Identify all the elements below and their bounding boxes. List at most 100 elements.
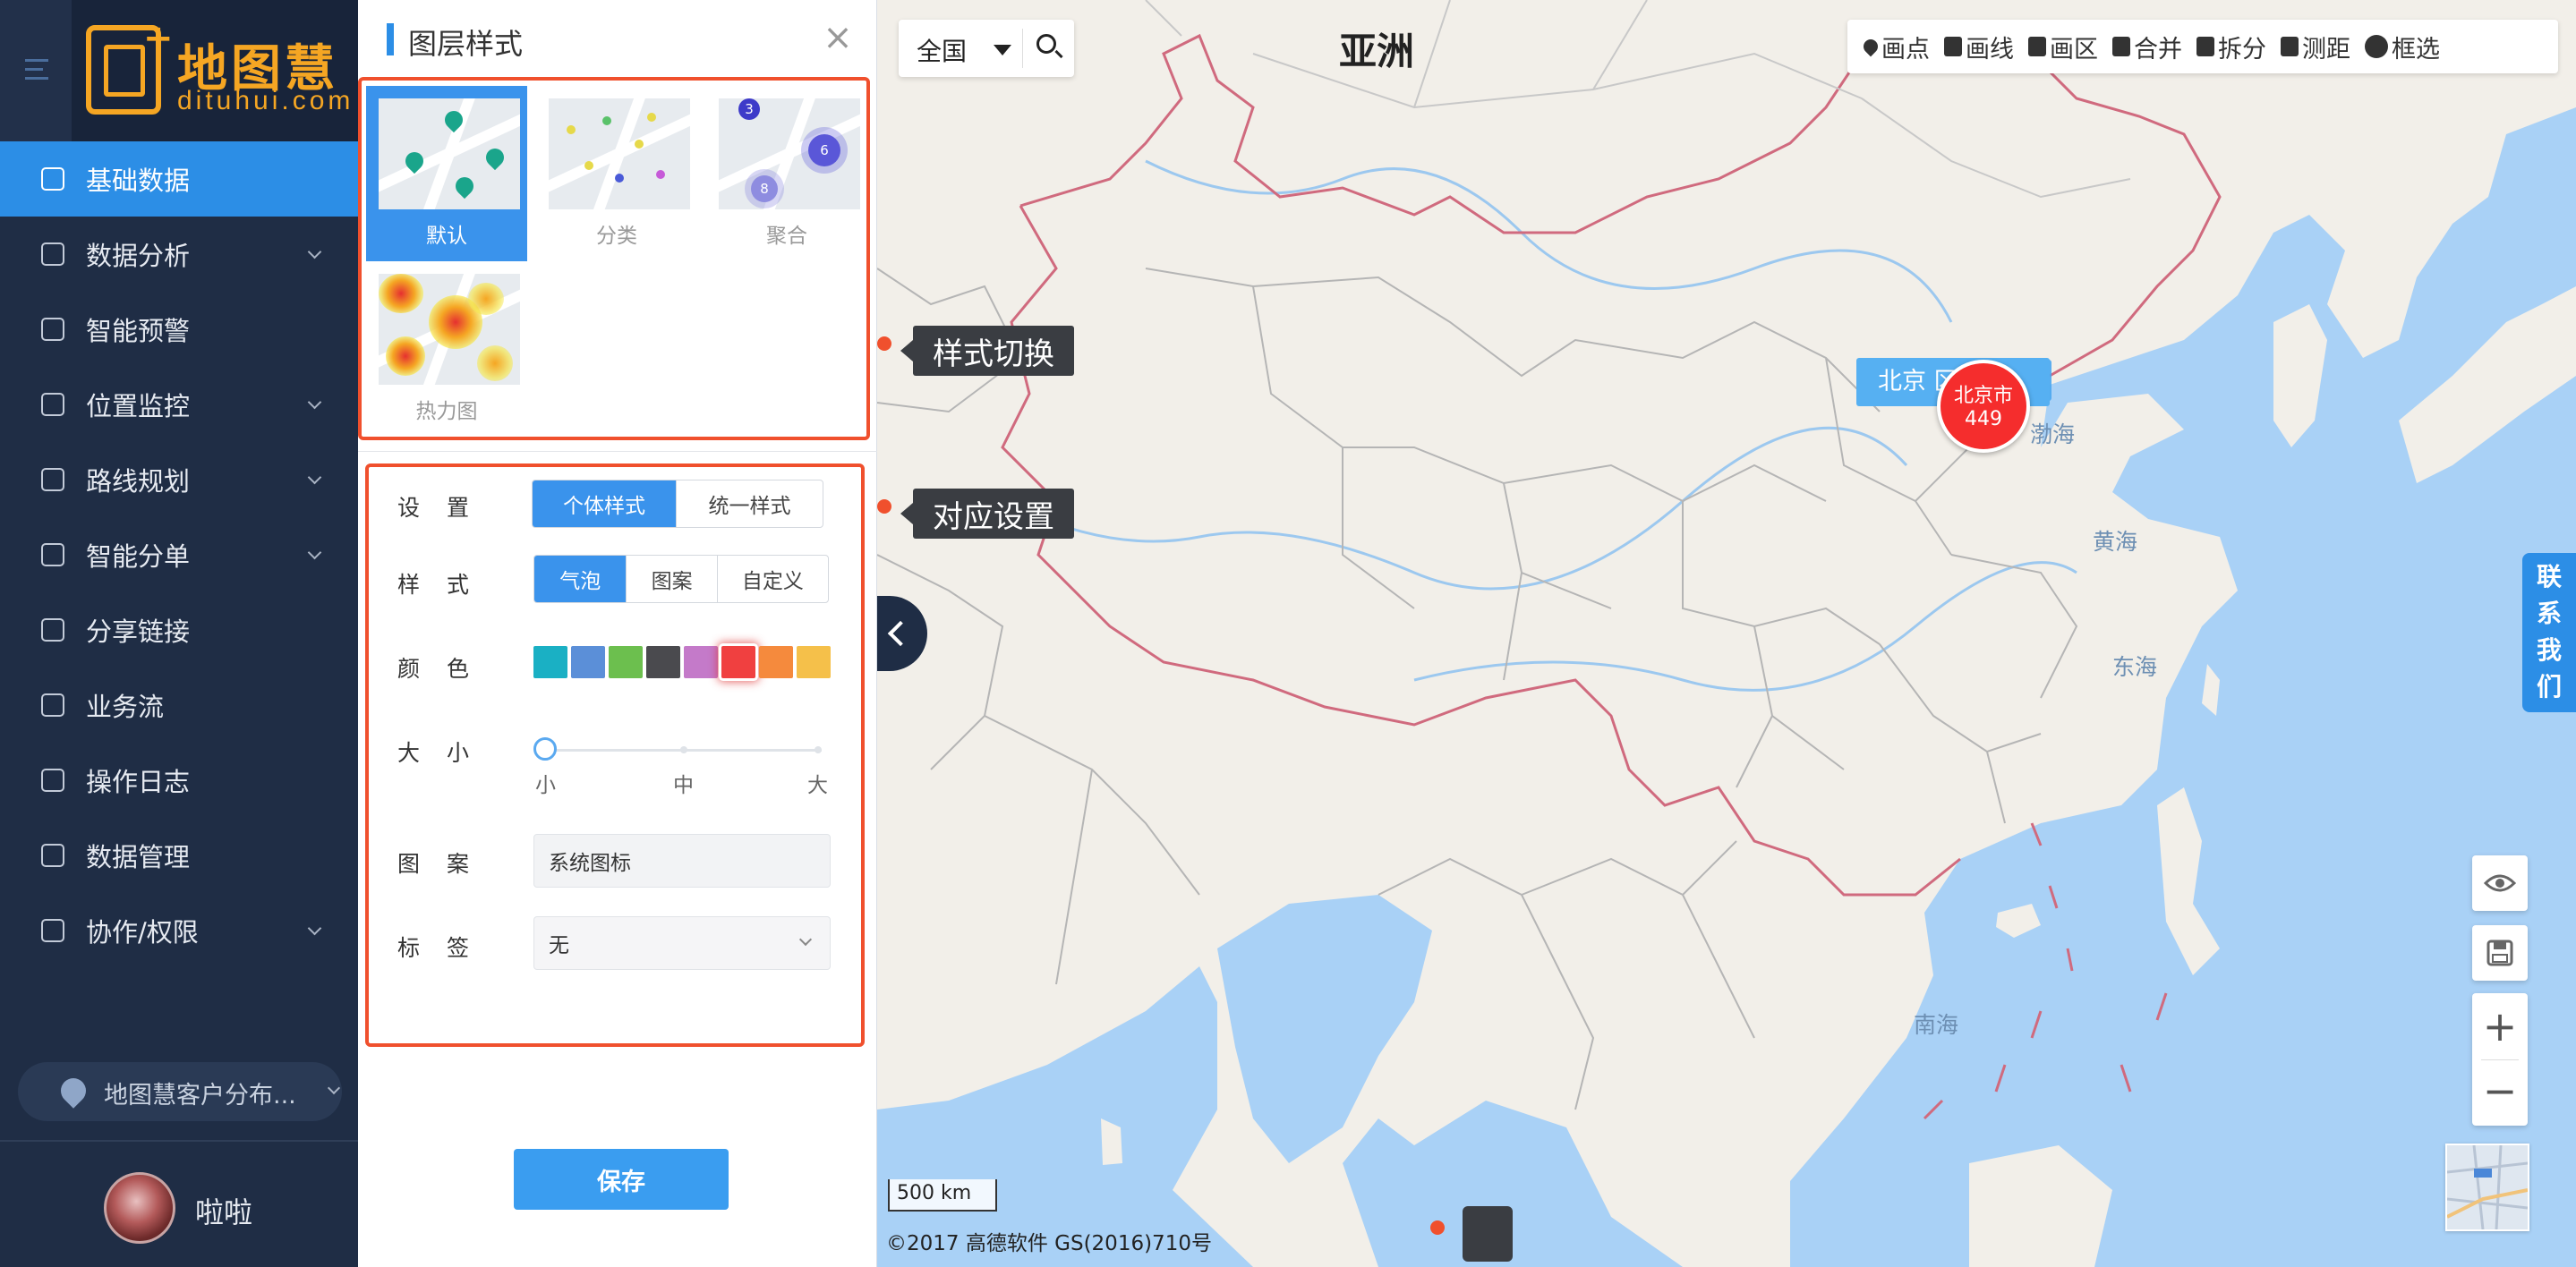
callout-dot bbox=[877, 499, 891, 514]
sidebar-item-5[interactable]: 智能分单 bbox=[0, 517, 358, 592]
save-map-button[interactable] bbox=[2472, 925, 2528, 981]
sidebar-item-10[interactable]: 协作/权限 bbox=[0, 893, 358, 968]
style-option-default[interactable]: 默认 bbox=[366, 86, 527, 261]
size-label: 大小 bbox=[397, 740, 497, 766]
style-option-heatmap[interactable]: 热力图 bbox=[366, 261, 527, 437]
sidebar-item-label: 分享链接 bbox=[86, 616, 191, 647]
tool-pin[interactable]: 画点 bbox=[1856, 20, 1937, 73]
china-border bbox=[1001, 25, 2222, 897]
tool-label: 合并 bbox=[2134, 35, 2182, 64]
tag-label: 标签 bbox=[397, 935, 497, 961]
color-swatch[interactable] bbox=[646, 646, 680, 678]
style-option-label: 分类 bbox=[596, 225, 637, 248]
username: 啦啦 bbox=[195, 1195, 253, 1229]
unified-style-tab[interactable]: 统一样式 bbox=[677, 480, 823, 527]
logo-domain: dituhui.com bbox=[177, 86, 354, 115]
color-swatch[interactable] bbox=[797, 646, 831, 678]
style-switch-callout: 样式切换 bbox=[900, 326, 1074, 376]
avatar[interactable] bbox=[104, 1172, 175, 1244]
project-name: 地图慧客户分布... bbox=[104, 1082, 296, 1110]
style-label: 样式 bbox=[397, 572, 497, 598]
zoom-in-button[interactable]: + bbox=[2472, 993, 2528, 1059]
save-button[interactable]: 保存 bbox=[514, 1149, 729, 1210]
color-swatch[interactable] bbox=[609, 646, 643, 678]
bottom-drawer-tab[interactable] bbox=[1463, 1206, 1513, 1262]
bubble-style-tab[interactable]: 气泡 bbox=[534, 556, 627, 602]
sidebar-item-label: 数据管理 bbox=[86, 842, 191, 872]
lasso-icon bbox=[2365, 35, 2388, 58]
sidebar-item-3[interactable]: 位置监控 bbox=[0, 367, 358, 442]
sidebar-item-7[interactable]: 业务流 bbox=[0, 668, 358, 743]
category-dot bbox=[635, 140, 644, 149]
cluster-badge: 6 bbox=[808, 134, 840, 166]
contact-char: 系 bbox=[2536, 599, 2562, 628]
chevron-down-icon bbox=[798, 932, 813, 947]
style-option-cluster[interactable]: 3 6 8 聚合 bbox=[706, 86, 867, 261]
color-swatch[interactable] bbox=[533, 646, 567, 678]
region-selector[interactable]: 全国 bbox=[899, 20, 1074, 77]
color-swatch[interactable] bbox=[759, 646, 793, 678]
logo-plus: + bbox=[143, 18, 174, 59]
chevron-down-icon bbox=[307, 395, 322, 410]
sidebar-item-6[interactable]: 分享链接 bbox=[0, 592, 358, 668]
sidebar-item-1[interactable]: 数据分析 bbox=[0, 217, 358, 292]
pattern-style-tab[interactable]: 图案 bbox=[627, 556, 718, 602]
custom-style-tab[interactable]: 自定义 bbox=[718, 556, 828, 602]
color-swatch[interactable] bbox=[571, 646, 605, 678]
size-mark-medium: 中 bbox=[673, 774, 694, 797]
category-dot bbox=[647, 113, 656, 122]
visibility-button[interactable] bbox=[2472, 855, 2528, 911]
tool-split[interactable]: 拆分 bbox=[2189, 20, 2273, 73]
contact-us-button[interactable]: 联 系 我 们 bbox=[2522, 553, 2576, 712]
contact-char: 联 bbox=[2536, 562, 2562, 591]
tool-polyline[interactable]: 画线 bbox=[1937, 20, 2021, 73]
chevron-down-icon bbox=[307, 921, 322, 936]
divider bbox=[0, 1140, 358, 1142]
menu-icon bbox=[25, 59, 48, 62]
sidebar-item-4[interactable]: 路线规划 bbox=[0, 442, 358, 517]
map-canvas[interactable]: 亚洲 渤海 黄海 东海 南海 北京 区 北京市 449 全国 画点 画线 画区 合并拆… bbox=[877, 0, 2576, 1267]
tool-label: 测距 bbox=[2302, 35, 2350, 64]
individual-style-tab[interactable]: 个体样式 bbox=[533, 480, 678, 527]
polygon-icon bbox=[2028, 37, 2046, 56]
color-swatch[interactable] bbox=[721, 646, 755, 678]
sidebar-item-8[interactable]: 操作日志 bbox=[0, 743, 358, 818]
zoom-out-button[interactable]: − bbox=[2472, 1059, 2528, 1126]
tool-merge[interactable]: 合并 bbox=[2105, 20, 2189, 73]
bay-of-bengal bbox=[1217, 895, 1432, 1163]
close-icon[interactable]: × bbox=[818, 18, 857, 57]
style-option-category[interactable]: 分类 bbox=[536, 86, 697, 261]
size-slider-handle[interactable] bbox=[533, 737, 557, 761]
sidebar-item-label: 基础数据 bbox=[86, 166, 191, 196]
tool-label: 框选 bbox=[2392, 35, 2440, 64]
menu-toggle-button[interactable] bbox=[0, 0, 72, 141]
pattern-field[interactable]: 系统图标 bbox=[533, 834, 831, 888]
floppy-disk-icon bbox=[2486, 940, 2513, 966]
search-icon[interactable] bbox=[1036, 34, 1056, 54]
callout-dot bbox=[1430, 1220, 1445, 1235]
beijing-marker[interactable]: 北京市 449 bbox=[1937, 360, 2030, 453]
project-selector[interactable]: 地图慧客户分布... bbox=[18, 1062, 342, 1121]
heat-spot bbox=[468, 283, 504, 315]
cluster-style-thumbnail: 3 6 8 bbox=[719, 98, 860, 209]
style-option-label: 默认 bbox=[426, 225, 467, 248]
category-dot bbox=[602, 116, 611, 125]
contact-char: 我 bbox=[2536, 635, 2562, 665]
tool-lasso[interactable]: 框选 bbox=[2358, 20, 2447, 73]
workflow-icon bbox=[41, 693, 64, 717]
slider-tick bbox=[815, 746, 822, 753]
sea-area bbox=[877, 0, 2576, 1267]
sidebar-item-9[interactable]: 数据管理 bbox=[0, 818, 358, 893]
sidebar-item-2[interactable]: 智能预警 bbox=[0, 292, 358, 367]
south-sea-label: 南海 bbox=[1914, 1012, 1959, 1038]
category-dot bbox=[615, 174, 624, 183]
color-swatch[interactable] bbox=[684, 646, 718, 678]
tag-select[interactable]: 无 bbox=[533, 916, 831, 970]
sidebar-item-0[interactable]: 基础数据 bbox=[0, 141, 358, 217]
map-type-switch[interactable] bbox=[2445, 1144, 2529, 1231]
menu-icon-line bbox=[25, 68, 43, 71]
tool-ruler[interactable]: 测距 bbox=[2273, 20, 2358, 73]
chevron-down-icon bbox=[327, 1081, 341, 1095]
marker-name: 北京市 bbox=[1953, 385, 2013, 407]
tool-polygon[interactable]: 画区 bbox=[2021, 20, 2105, 73]
